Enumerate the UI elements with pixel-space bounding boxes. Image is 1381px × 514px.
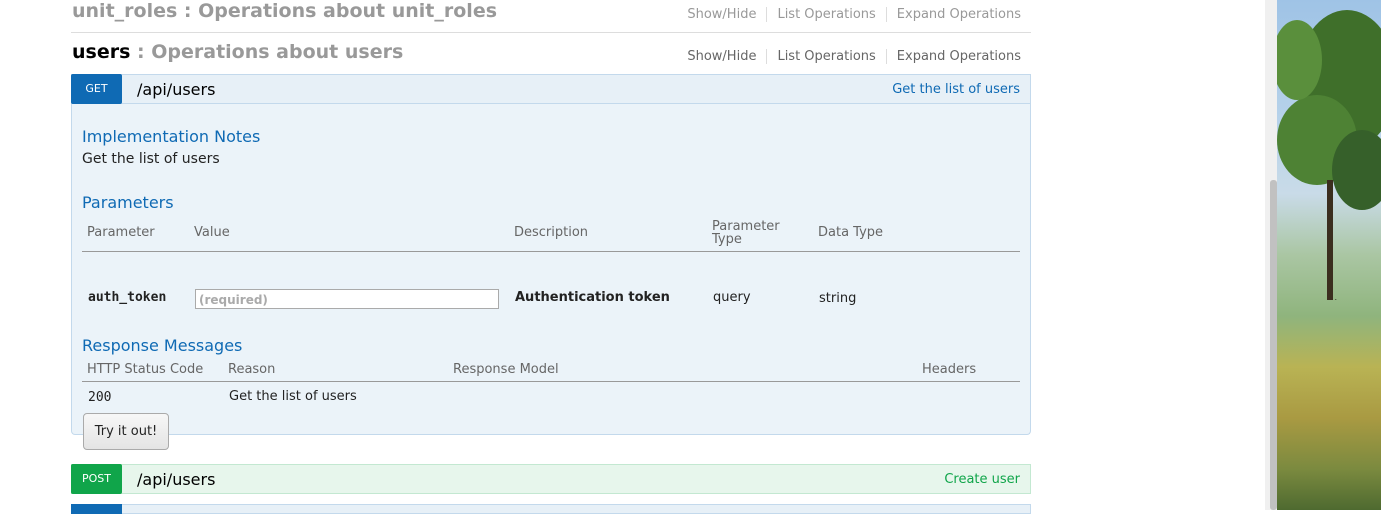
col-reason: Reason (228, 362, 276, 377)
http-method-badge[interactable]: GET (71, 74, 122, 104)
col-response-model: Response Model (453, 362, 559, 377)
operation-post-users: POST /api/users Create user (71, 464, 1031, 494)
resource-links: Show/Hide List Operations Expand Operati… (687, 7, 1031, 22)
resource-desc: : Operations about unit_roles (177, 0, 498, 22)
expand-operations-link[interactable]: Expand Operations (887, 49, 1031, 64)
col-parameter: Parameter (87, 225, 155, 240)
resource-links: Show/Hide List Operations Expand Operati… (687, 49, 1031, 64)
api-docs-main: unit_roles : Operations about unit_roles… (0, 0, 1265, 514)
col-value: Value (194, 225, 230, 240)
implementation-notes: Get the list of users (82, 151, 220, 167)
col-parameter-type: Parameter Type (712, 220, 780, 246)
operation-path[interactable]: /api/users (137, 80, 215, 99)
resource-name[interactable]: users (72, 41, 130, 63)
col-parameter-type-line2: Type (712, 232, 742, 247)
operation-heading[interactable]: GET /api/users Get the list of users (71, 74, 1031, 104)
expand-operations-link[interactable]: Expand Operations (887, 7, 1031, 22)
background-photo (1277, 0, 1381, 510)
param-type: query (713, 290, 751, 305)
col-data-type: Data Type (818, 225, 884, 240)
operation-path[interactable]: /api/users (137, 470, 215, 489)
param-data-type: string (819, 291, 857, 306)
parameters-heading: Parameters (82, 193, 174, 212)
scrollbar-thumb[interactable] (1270, 180, 1277, 510)
operation-summary[interactable]: Get the list of users (892, 82, 1020, 97)
try-it-out-button[interactable]: Try it out! (83, 413, 169, 450)
list-operations-link[interactable]: List Operations (767, 7, 887, 22)
resource-title-users[interactable]: users : Operations about users (72, 41, 403, 63)
resource-users: users : Operations about users Show/Hide… (71, 41, 1031, 73)
operation-get-users: GET /api/users Get the list of users Imp… (71, 74, 1031, 450)
show-hide-link[interactable]: Show/Hide (687, 49, 768, 64)
auth-token-input[interactable]: (required) (195, 289, 499, 309)
operation-heading[interactable]: POST /api/users Create user (71, 464, 1031, 494)
tree-foliage-icon (1277, 10, 1381, 300)
response-messages-heading: Response Messages (82, 336, 243, 355)
param-description: Authentication token (515, 290, 670, 305)
status-code: 200 (88, 390, 112, 405)
resource-name[interactable]: unit_roles (72, 0, 177, 22)
http-method-badge[interactable]: POST (71, 464, 122, 494)
col-status-code: HTTP Status Code (87, 362, 204, 377)
http-method-badge[interactable] (71, 504, 122, 514)
list-operations-link[interactable]: List Operations (767, 49, 887, 64)
table-divider (82, 251, 1020, 252)
response-reason: Get the list of users (229, 389, 357, 404)
operation-content: Implementation Notes Get the list of use… (71, 104, 1031, 450)
show-hide-link[interactable]: Show/Hide (687, 7, 768, 22)
resource-title-unit-roles[interactable]: unit_roles : Operations about unit_roles (72, 0, 497, 22)
operation-summary[interactable]: Create user (944, 472, 1020, 487)
col-description: Description (514, 225, 589, 240)
param-name: auth_token (88, 290, 167, 305)
col-headers: Headers (922, 362, 977, 377)
implementation-notes-heading: Implementation Notes (82, 127, 261, 146)
next-operation-heading[interactable] (71, 504, 1031, 514)
resource-unit-roles: unit_roles : Operations about unit_roles… (71, 0, 1031, 32)
divider (71, 32, 1031, 33)
table-divider (82, 381, 1020, 382)
resource-desc: : Operations about users (130, 41, 404, 63)
